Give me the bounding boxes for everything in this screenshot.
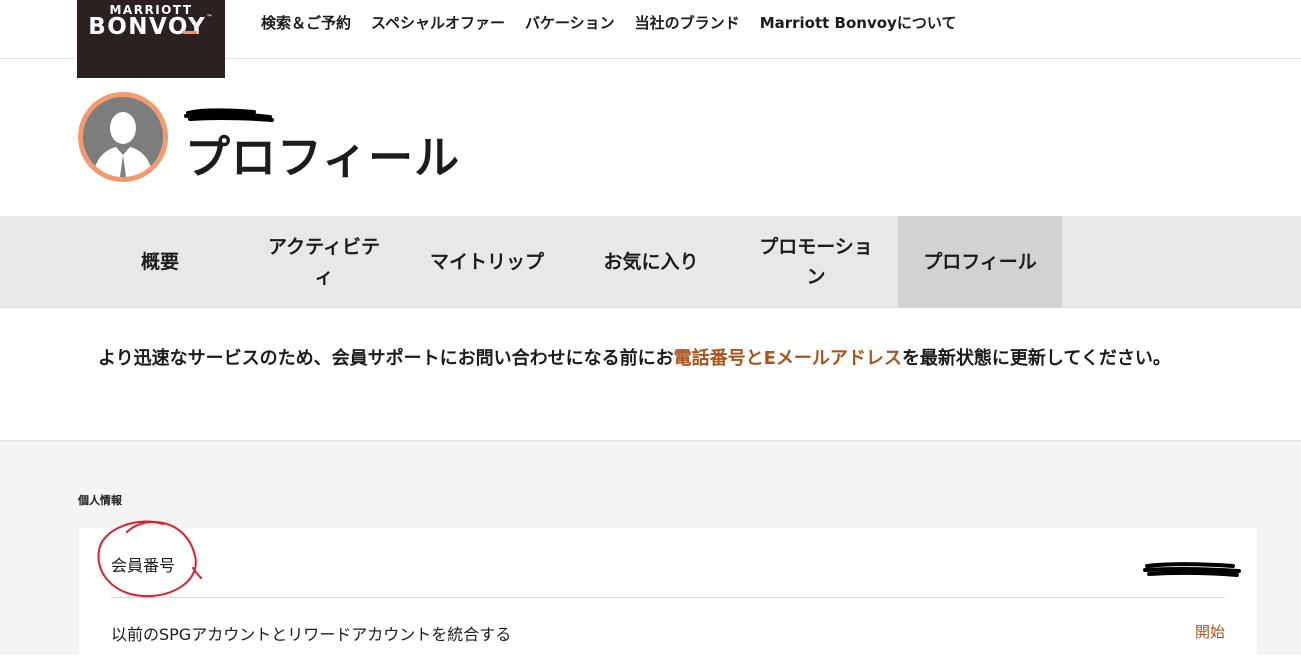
merge-accounts-start-link[interactable]: 開始 (1195, 621, 1225, 642)
merge-accounts-row[interactable]: 以前のSPGアカウントとリワードアカウントを統合する 開始 (111, 616, 1225, 656)
logo-main-text: BONVOY™ (88, 14, 214, 40)
page-title: プロフィール (185, 131, 461, 184)
logo-accent-mark (183, 31, 197, 34)
notice-text-before: より迅速なサービスのため、会員サポートにお問い合わせになる前にお (98, 348, 674, 369)
tab-overview[interactable]: 概要 (100, 216, 220, 308)
tab-promotions-label-line2: ン (806, 266, 826, 288)
nav-about-bonvoy[interactable]: Marriott Bonvoyについて (760, 12, 957, 33)
default-user-silhouette (93, 112, 153, 177)
profile-content: 個人情報 会員番号 以前のSPGアカウントとリワードアカウントを統合する 開始 (0, 443, 1301, 668)
personal-info-card: 会員番号 以前のSPGアカウントとリワードアカウントを統合する 開始 (79, 528, 1257, 668)
phone-email-link[interactable]: 電話番号とEメールアドレス (674, 348, 902, 369)
tab-my-trips[interactable]: マイトリップ (412, 216, 562, 308)
merge-accounts-label: 以前のSPGアカウントとリワードアカウントを統合する (111, 625, 512, 644)
tab-favorites-label: お気に入り (603, 251, 699, 273)
member-number-label: 会員番号 (111, 556, 176, 575)
tab-activity[interactable]: アクティビテ ィ (244, 216, 404, 308)
avatar[interactable] (78, 92, 168, 182)
tab-promotions-label-line1: プロモーショ (759, 236, 873, 258)
tab-activity-label-line1: アクティビテ (268, 236, 380, 258)
tab-my-trips-label: マイトリップ (429, 251, 544, 273)
nav-search-reserve[interactable]: 検索＆ご予約 (261, 12, 351, 33)
user-avatar-icon (83, 97, 163, 177)
section-label-personal-info: 個人情報 (78, 494, 122, 507)
nav-special-offers[interactable]: スペシャルオファー (371, 12, 505, 33)
notice-text: より迅速なサービスのため、会員サポートにお問い合わせになる前にお電話番号とEメー… (98, 347, 1238, 371)
tab-promotions[interactable]: プロモーショ ン (736, 216, 896, 308)
marriott-bonvoy-logo[interactable]: MARRIOTT BONVOY™ (77, 0, 225, 78)
redacted-member-number (1143, 562, 1241, 577)
tab-favorites[interactable]: お気に入り (576, 216, 726, 308)
member-number-row: 会員番号 (111, 542, 1241, 598)
update-contact-notice: より迅速なサービスのため、会員サポートにお問い合わせになる前にお電話番号とEメー… (0, 309, 1301, 442)
nav-our-brands[interactable]: 当社のブランド (635, 12, 740, 33)
notice-text-after: を最新状態に更新してください。 (901, 348, 1171, 369)
account-tabs: 概要 アクティビテ ィ マイトリップ お気に入り プロモーショ ン プロフィール (0, 216, 1301, 308)
tab-profile-label: プロフィール (923, 251, 1037, 273)
tab-overview-label: 概要 (140, 251, 179, 273)
tab-profile[interactable]: プロフィール (898, 216, 1062, 308)
tab-activity-label-line2: ィ (314, 266, 334, 288)
main-nav: 検索＆ご予約 スペシャルオファー バケーション 当社のブランド Marriott… (261, 12, 976, 33)
nav-vacations[interactable]: バケーション (525, 12, 615, 33)
